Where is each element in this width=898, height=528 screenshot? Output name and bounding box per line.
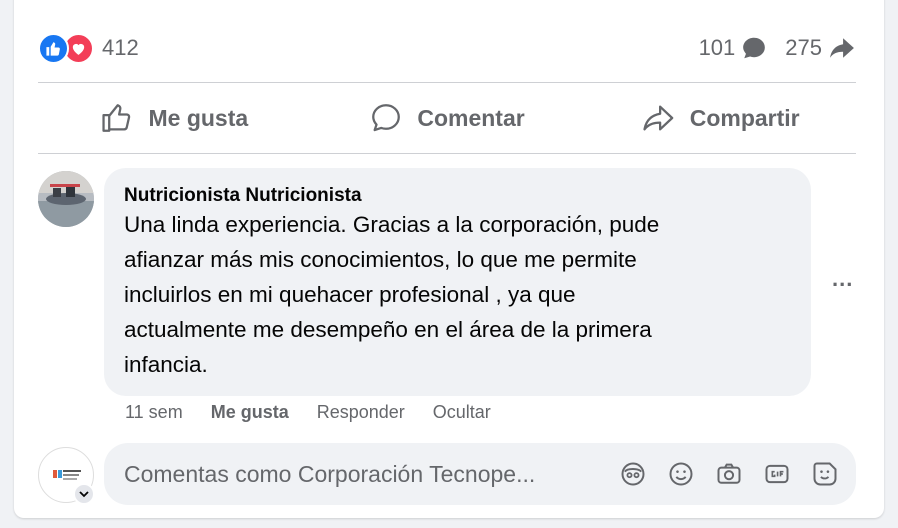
comment-line: actualmente me desempeño en el área de l…: [124, 317, 652, 342]
like-button[interactable]: Me gusta: [38, 88, 311, 148]
share-button[interactable]: Compartir: [583, 88, 856, 148]
post-stats: 412 101 275: [38, 27, 856, 69]
comment-reply-link[interactable]: Responder: [317, 402, 405, 423]
avatar-sticker-icon[interactable]: [618, 459, 648, 489]
reaction-count: 412: [102, 35, 139, 60]
comment-time[interactable]: 11 sem: [125, 402, 183, 423]
comment-line: Una linda experiencia. Gracias a la corp…: [124, 212, 660, 237]
like-icon: [38, 32, 69, 64]
shares-count[interactable]: 275: [785, 35, 856, 61]
comment-options-button[interactable]: ...: [832, 266, 853, 292]
share-button-label: Compartir: [689, 104, 800, 131]
comment-icon: [372, 104, 401, 132]
shares-count-value: 275: [785, 35, 822, 60]
share-icon: [643, 105, 674, 131]
comment-bubble-icon: [743, 37, 766, 59]
camera-icon[interactable]: [714, 459, 744, 489]
comment-bubble: Nutricionista Nutricionista Una linda ex…: [104, 168, 811, 396]
chevron-down-icon: [79, 491, 89, 498]
comment-composer: [104, 443, 856, 505]
comment-line: afianzar más mis conocimientos, lo que m…: [124, 247, 637, 272]
comment-button-label: Comentar: [417, 104, 525, 131]
composer-tools: [618, 459, 856, 489]
thumbs-up-icon: [102, 104, 131, 132]
comments-count[interactable]: 101: [699, 35, 768, 61]
comments-count-value: 101: [698, 35, 736, 60]
comment-like-link[interactable]: Me gusta: [211, 402, 289, 423]
sticker-icon[interactable]: [810, 459, 840, 489]
comment-meta: 11 sem Me gusta Responder Ocultar: [125, 402, 491, 423]
divider: [38, 82, 856, 83]
post-actions: Me gusta Comentar Compartir: [38, 88, 856, 148]
comment-author[interactable]: Nutricionista Nutricionista: [124, 186, 791, 206]
comment-input[interactable]: [124, 460, 594, 488]
reactions-summary[interactable]: 412: [38, 32, 139, 64]
profile-switch-button[interactable]: [73, 483, 95, 505]
like-button-label: Me gusta: [148, 104, 249, 131]
commenter-avatar[interactable]: [38, 171, 94, 227]
comment-hide-link[interactable]: Ocultar: [433, 402, 491, 423]
gif-icon[interactable]: [762, 459, 792, 489]
divider: [38, 153, 856, 154]
comment-button[interactable]: Comentar: [311, 88, 584, 148]
comment-line: incluirlos en mi quehacer profesional , …: [124, 282, 576, 307]
post-card: 412 101 275 Me gusta Comentar Compartir: [14, 0, 884, 518]
emoji-icon[interactable]: [666, 459, 696, 489]
share-arrow-icon: [830, 38, 854, 58]
comment-text: Una linda experiencia. Gracias a la corp…: [124, 207, 791, 382]
comment-line: infancia.: [124, 352, 208, 377]
